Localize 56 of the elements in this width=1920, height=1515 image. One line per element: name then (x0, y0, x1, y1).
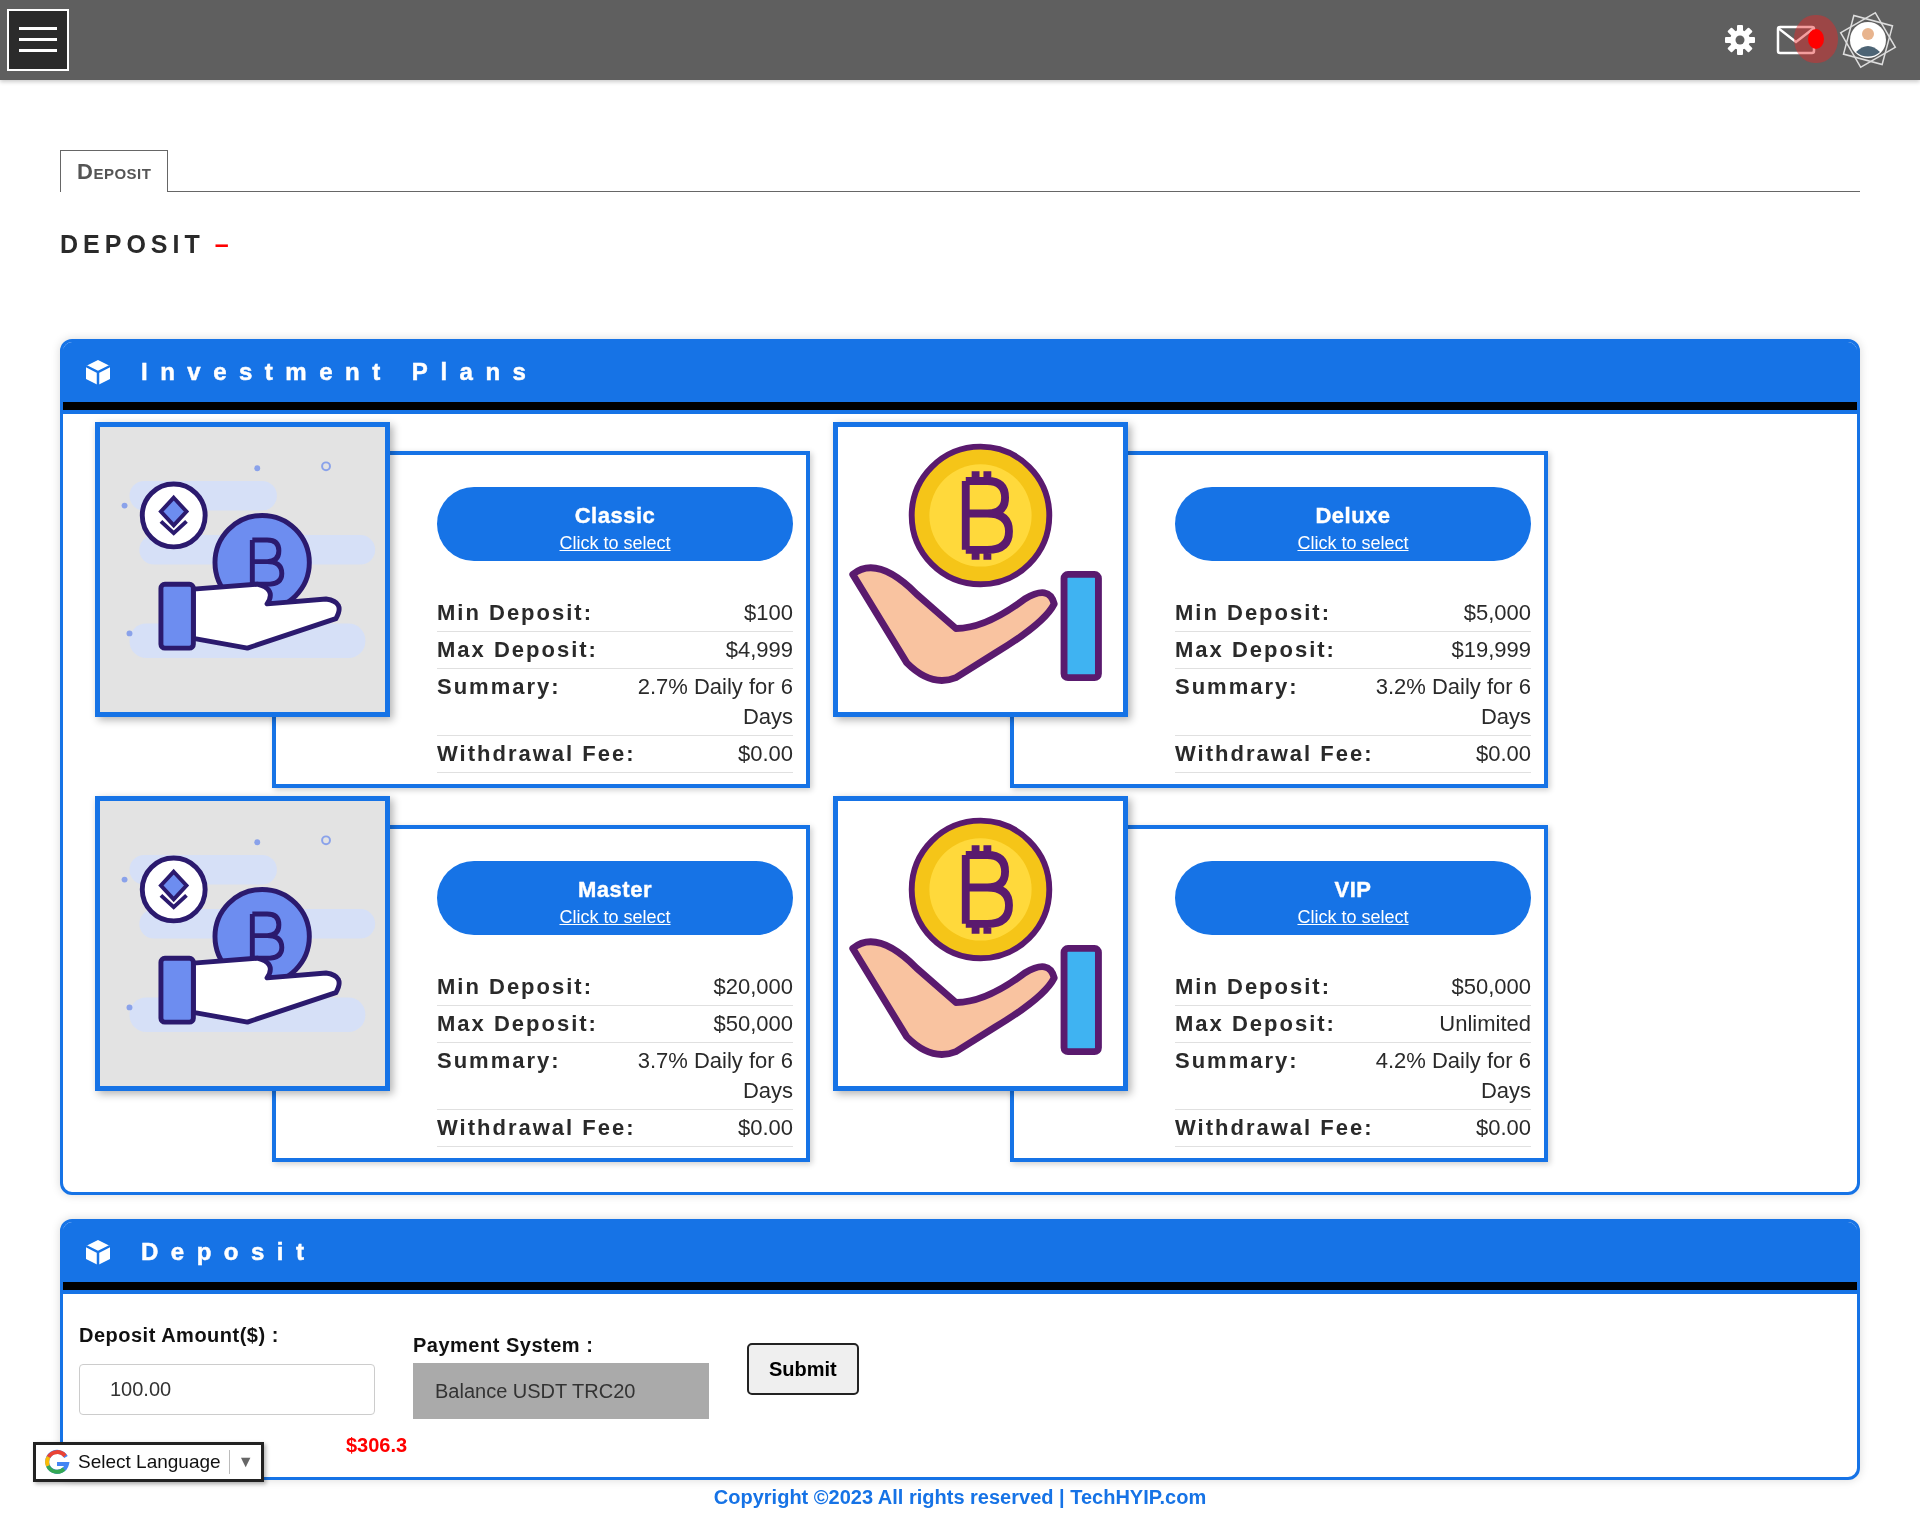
field-label: Deposit Amount($) : (79, 1324, 280, 1347)
plan-field-label: Min Deposit: (437, 600, 593, 625)
panel-title: Deposit (141, 1238, 317, 1266)
tab[interactable]: Deposit (60, 150, 169, 192)
field-label: Payment System : (413, 1334, 595, 1357)
plan-field-value: $0.00 (1373, 735, 1531, 773)
plan-field-value: $0.00 (635, 1109, 793, 1147)
settings-icon[interactable] (1724, 24, 1756, 56)
plan-field-value: $0.00 (635, 735, 793, 773)
plan-select-button[interactable]: VIP Click to select (1175, 861, 1531, 935)
submit-button[interactable]: Submit (747, 1343, 859, 1395)
plan-field-value: $5,000 (1373, 595, 1531, 632)
plan-field-label: Max Deposit: (437, 637, 598, 662)
plan-field-value: 2.7% Daily for 6 Days (635, 668, 793, 736)
plan-field-value: $50,000 (635, 1005, 793, 1043)
amount-input-field[interactable]: 100.00 (79, 1364, 375, 1415)
plan-select-button[interactable]: Master Click to select (437, 861, 793, 935)
mail-icon[interactable] (1776, 25, 1816, 55)
cube-icon (83, 357, 113, 387)
menu-button[interactable] (7, 9, 69, 71)
plan-field-value: $4,999 (635, 631, 793, 669)
plan-field-label: Max Deposit: (437, 1011, 598, 1036)
plan-field-value: $20,000 (635, 969, 793, 1006)
logo-icon (44, 1449, 70, 1475)
plan-field-value: $19,999 (1373, 631, 1531, 669)
heading-dash: – (214, 230, 229, 259)
plan-field-value: $100 (635, 595, 793, 632)
plan-field-label: Max Deposit: (1175, 637, 1336, 662)
plan-field-value: Unlimited (1373, 1005, 1531, 1043)
plan-field-value: $0.00 (1373, 1109, 1531, 1147)
plan-field-label: Min Deposit: (437, 974, 593, 999)
language-select[interactable]: Select Language ▼ (33, 1442, 265, 1482)
plan-field-value: 3.7% Daily for 6 Days (635, 1042, 793, 1110)
plan-field-label: Summary: (1175, 674, 1299, 699)
plan-field-value: 4.2% Daily for 6 Days (1373, 1042, 1531, 1110)
panel-title: Investment Plans (141, 358, 539, 386)
plan-field-value: 3.2% Daily for 6 Days (1373, 668, 1531, 736)
plan-field-label: Withdrawal Fee: (1175, 741, 1374, 766)
plan-field-label: Min Deposit: (1175, 600, 1331, 625)
plan-field-label: Summary: (437, 1048, 561, 1073)
payment-system-select[interactable]: Balance USDT TRC20 (413, 1363, 709, 1419)
plan-field-label: Withdrawal Fee: (1175, 1115, 1374, 1140)
plan-field-label: Min Deposit: (1175, 974, 1331, 999)
plan-field-label: Withdrawal Fee: (437, 1115, 636, 1140)
plan-select-button[interactable]: Classic Click to select (437, 487, 793, 561)
copyright-text: Copyright ©2023 All rights reserved | TechHYIP.com (713, 1486, 1207, 1509)
plan-field-value: $50,000 (1373, 969, 1531, 1006)
plan-select-button[interactable]: Deluxe Click to select (1175, 487, 1531, 561)
plan-field-label: Max Deposit: (1175, 1011, 1336, 1036)
menu-icon (19, 27, 57, 53)
cube-icon (83, 1237, 113, 1267)
plan-field-label: Summary: (1175, 1048, 1299, 1073)
plan-field-label: Withdrawal Fee: (437, 741, 636, 766)
plan-field-label: Summary: (437, 674, 561, 699)
page-heading: DEPOSIT (60, 230, 205, 259)
balance-amount: $306.3 (346, 1434, 408, 1457)
